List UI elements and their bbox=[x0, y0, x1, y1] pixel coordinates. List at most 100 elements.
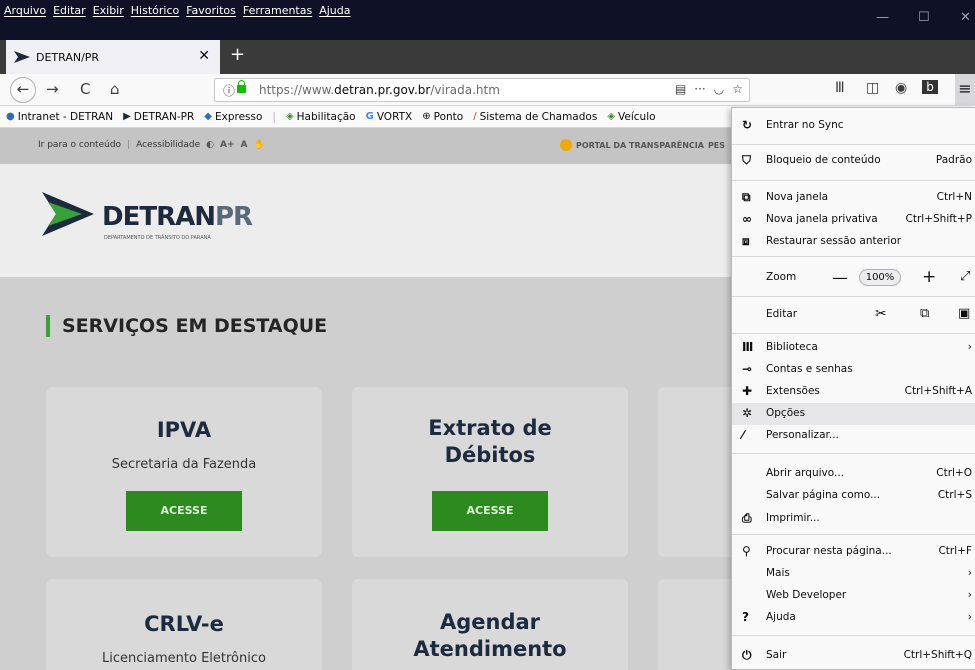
menu-hamburger-icon[interactable]: ≡ bbox=[955, 74, 975, 106]
home-icon[interactable]: ⌂ bbox=[110, 80, 120, 98]
menu-item-more[interactable]: Mais › bbox=[732, 563, 975, 585]
sidebar-icon[interactable]: ◫ bbox=[866, 80, 879, 96]
crest-icon: ◈ bbox=[285, 111, 294, 122]
bookmark-item[interactable]: / Sistema de Chamados bbox=[473, 111, 597, 123]
paste-icon[interactable]: ▣ bbox=[958, 306, 970, 321]
menu-item-logins[interactable]: ⊸ Contas e senhas bbox=[732, 359, 975, 381]
search-icon: ⚲ bbox=[742, 544, 751, 558]
menu-item-quit[interactable]: ⏻ Sair Ctrl+Shift+Q bbox=[732, 645, 975, 667]
menu-historico[interactable]: Histórico bbox=[131, 4, 179, 17]
menu-item-content-blocking[interactable]: ⛉ Bloqueio de conteúdo Padrão bbox=[732, 150, 975, 172]
font-normal-button[interactable]: A bbox=[241, 140, 248, 150]
logo-subtitle: DEPARTAMENTO DE TRÂNSITO DO PARANÁ bbox=[104, 235, 211, 241]
puzzle-icon: ✚ bbox=[742, 384, 753, 398]
detran-logo-icon[interactable] bbox=[42, 192, 94, 236]
menu-exibir[interactable]: Exibir bbox=[93, 4, 124, 17]
brush-icon: ⁄ bbox=[742, 428, 745, 442]
menu-item-library[interactable]: Ⅲ Biblioteca › bbox=[732, 337, 975, 359]
bookmark-item[interactable]: ⊕ Ponto bbox=[422, 111, 463, 123]
extension-b-icon[interactable]: b bbox=[922, 80, 938, 94]
logo-title[interactable]: DETRANPR bbox=[102, 202, 253, 232]
bookmark-item[interactable]: G VORTX bbox=[366, 111, 413, 123]
sync-icon: ↻ bbox=[742, 118, 753, 132]
expresso-icon: ◆ bbox=[204, 111, 212, 122]
font-larger-button[interactable]: A+ bbox=[220, 140, 235, 150]
acesse-button[interactable]: ACESSE bbox=[432, 491, 548, 531]
menu-item-open-file[interactable]: Abrir arquivo... Ctrl+O bbox=[732, 463, 975, 485]
menu-ajuda[interactable]: Ajuda bbox=[319, 4, 350, 17]
service-card-extrato[interactable]: Extrato de Débitos ACESSE bbox=[352, 387, 628, 557]
menu-item-help[interactable]: ? Ajuda › bbox=[732, 607, 975, 629]
menu-item-private-window[interactable]: ∞ Nova janela privativa Ctrl+Shift+P bbox=[732, 209, 975, 231]
chevron-right-icon: › bbox=[967, 341, 972, 353]
transparency-icon bbox=[560, 139, 572, 151]
zoom-out-button[interactable]: — bbox=[832, 268, 848, 287]
detran-icon bbox=[14, 51, 30, 63]
menu-item-web-developer[interactable]: Web Developer › bbox=[732, 585, 975, 607]
skip-to-content-link[interactable]: Ir para o conteúdo bbox=[38, 140, 121, 150]
contrast-icon[interactable]: ◐ bbox=[206, 140, 214, 150]
minimize-icon[interactable]: — bbox=[876, 10, 889, 25]
library-icon[interactable]: Ⅲ bbox=[835, 80, 845, 96]
menu-item-new-window[interactable]: ⧉ Nova janela Ctrl+N bbox=[732, 187, 975, 209]
service-card-crlv[interactable]: CRLV-e Licenciamento Eletrônico bbox=[46, 579, 322, 670]
firefox-app-menu: ↻ Entrar no Sync ⛉ Bloqueio de conteúdo … bbox=[731, 107, 975, 670]
menu-item-options[interactable]: ✲ Opções bbox=[732, 403, 975, 425]
url-text[interactable]: https://www.detran.pr.gov.br/virada.htm bbox=[259, 83, 500, 97]
new-tab-icon[interactable]: + bbox=[230, 44, 245, 65]
menu-item-addons[interactable]: ✚ Extensões Ctrl+Shift+A bbox=[732, 381, 975, 403]
pocket-icon[interactable]: ◡ bbox=[714, 82, 724, 96]
menu-editar[interactable]: Editar bbox=[53, 4, 86, 17]
reader-view-icon[interactable]: ▤ bbox=[675, 82, 686, 96]
url-bar[interactable]: ⓘ https://www.detran.pr.gov.br/virada.ht… bbox=[214, 78, 750, 102]
menu-item-edit: Editar ✂ ⧉ ▣ bbox=[766, 306, 971, 322]
content-blocking-status: Padrão bbox=[935, 154, 972, 166]
menu-item-find[interactable]: ⚲ Procurar nesta página... Ctrl+F bbox=[732, 541, 975, 563]
back-icon[interactable]: ← bbox=[10, 77, 36, 103]
library-icon: Ⅲ bbox=[742, 340, 754, 354]
libras-icon[interactable]: ✋ bbox=[254, 140, 265, 150]
menu-item-customize[interactable]: ⁄ Personalizar... bbox=[732, 425, 975, 447]
card-title: Extrato de Débitos bbox=[428, 416, 552, 467]
acesse-button[interactable]: ACESSE bbox=[126, 491, 242, 531]
transparency-link[interactable]: PORTAL DA TRANSPARÊNCIA PES bbox=[560, 139, 725, 151]
copy-icon[interactable]: ⧉ bbox=[920, 306, 929, 321]
key-icon: ⊸ bbox=[742, 362, 753, 376]
extension-icon[interactable]: ◉ bbox=[895, 80, 907, 96]
bookmark-item[interactable]: ◈ Veículo bbox=[607, 111, 655, 123]
bookmark-item[interactable]: ● Intranet - DETRAN bbox=[6, 111, 113, 123]
cut-icon[interactable]: ✂ bbox=[875, 306, 887, 322]
menu-item-print[interactable]: ⎙ Imprimir... bbox=[732, 508, 975, 530]
pen-icon: / bbox=[473, 111, 477, 122]
forward-icon[interactable]: → bbox=[46, 80, 59, 98]
lock-icon[interactable] bbox=[237, 80, 246, 93]
tab-detran[interactable]: DETRAN/PR ✕ bbox=[6, 40, 220, 74]
menu-item-save-page[interactable]: Salvar página como... Ctrl+S bbox=[732, 485, 975, 507]
bookmark-item[interactable]: ◆ Expresso bbox=[204, 111, 262, 123]
globe-icon: ● bbox=[6, 111, 15, 122]
page-actions-icon[interactable]: ··· bbox=[694, 82, 705, 96]
maximize-icon[interactable]: ☐ bbox=[918, 10, 930, 25]
service-card-agendar[interactable]: Agendar Atendimento bbox=[352, 579, 628, 670]
zoom-in-button[interactable]: + bbox=[922, 267, 936, 287]
info-icon[interactable]: ⓘ bbox=[223, 82, 235, 99]
bookmark-star-icon[interactable]: ☆ bbox=[732, 82, 743, 96]
restore-session-icon: ⧈ bbox=[742, 234, 750, 248]
card-title: IPVA bbox=[156, 418, 212, 442]
menu-item-restore-session[interactable]: ⧈ Restaurar sessão anterior bbox=[732, 231, 975, 253]
globe-icon: ⊕ bbox=[422, 111, 431, 122]
close-tab-icon[interactable]: ✕ bbox=[198, 48, 210, 64]
detran-icon: ▶ bbox=[123, 111, 131, 122]
reload-icon[interactable]: C bbox=[80, 80, 90, 98]
menu-arquivo[interactable]: Arquivo bbox=[4, 4, 46, 17]
accessibility-link[interactable]: Acessibilidade bbox=[136, 140, 200, 150]
bookmark-item[interactable]: ▶ DETRAN-PR bbox=[123, 111, 194, 123]
service-card-ipva[interactable]: IPVA Secretaria da Fazenda ACESSE bbox=[46, 387, 322, 557]
close-window-icon[interactable]: ✕ bbox=[960, 10, 971, 25]
bookmark-item[interactable]: ◈ Habilitação bbox=[286, 111, 356, 123]
fullscreen-icon[interactable]: ⤢ bbox=[960, 269, 970, 284]
menu-ferramentas[interactable]: Ferramentas bbox=[243, 4, 312, 17]
menu-favoritos[interactable]: Favoritos bbox=[186, 4, 236, 17]
menu-item-sync[interactable]: ↻ Entrar no Sync bbox=[732, 115, 975, 137]
zoom-reset-button[interactable]: 100% bbox=[859, 269, 901, 286]
